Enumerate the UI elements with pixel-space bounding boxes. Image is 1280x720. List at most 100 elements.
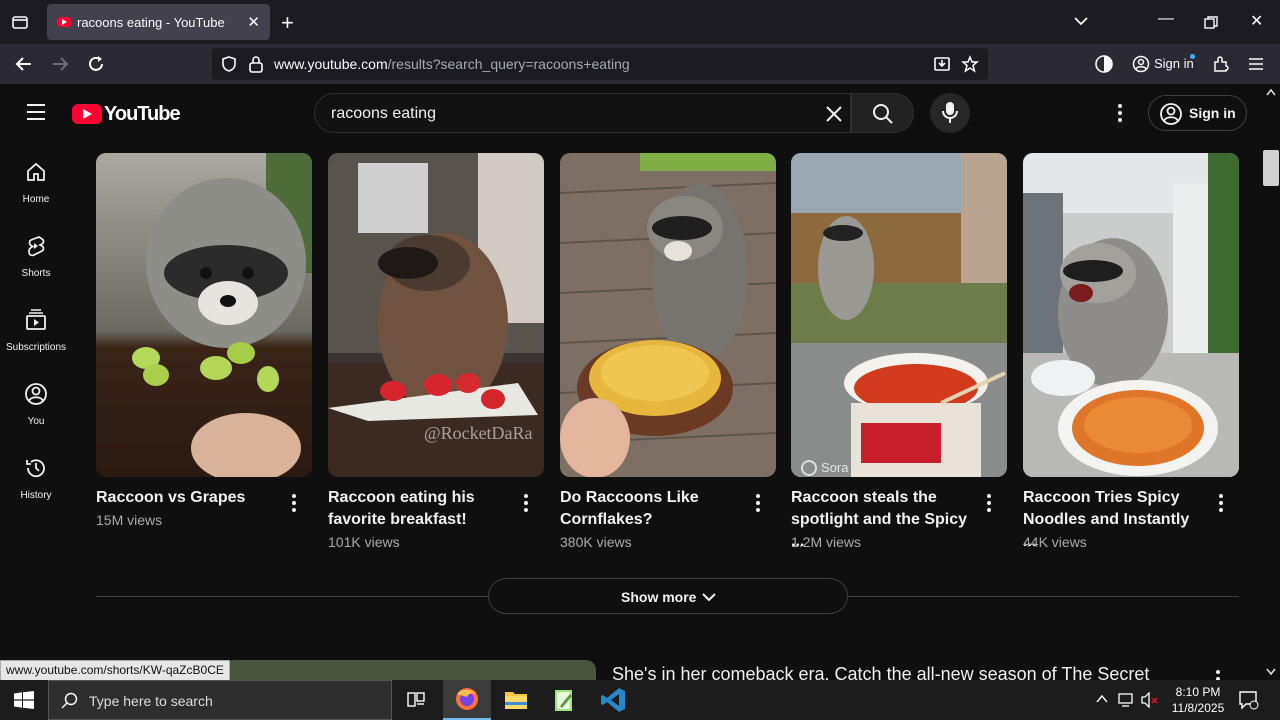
firefox-taskbar-icon[interactable] bbox=[443, 680, 491, 720]
taskbar-search-placeholder: Type here to search bbox=[89, 693, 213, 709]
home-icon bbox=[24, 160, 48, 184]
network-icon[interactable] bbox=[1118, 692, 1136, 708]
search-icon bbox=[61, 692, 79, 710]
divider bbox=[96, 596, 488, 597]
search-button[interactable] bbox=[851, 93, 914, 133]
guide-item-you[interactable]: You bbox=[0, 364, 72, 438]
guide-item-home[interactable]: Home bbox=[0, 142, 72, 216]
firefox-view-icon[interactable] bbox=[1094, 54, 1114, 74]
vscode-icon[interactable] bbox=[590, 680, 638, 720]
reload-icon[interactable] bbox=[86, 54, 106, 74]
notification-center-icon[interactable] bbox=[1238, 690, 1260, 710]
divider bbox=[848, 596, 1239, 597]
file-explorer-icon[interactable] bbox=[492, 680, 540, 720]
short-views: 15M views bbox=[96, 512, 163, 528]
tab-title: racoons eating - YouTube bbox=[77, 15, 225, 30]
action-menu-kebab-icon[interactable] bbox=[518, 493, 534, 513]
youtube-masthead: YouTube racoons eating Sign in bbox=[0, 84, 1280, 142]
short-thumbnail[interactable]: Sora bbox=[791, 153, 1007, 477]
guide-item-shorts[interactable]: Shorts bbox=[0, 216, 72, 290]
short-title[interactable]: Raccoon eating his favorite breakfast! bbox=[328, 487, 512, 531]
search-input[interactable]: racoons eating bbox=[314, 93, 851, 133]
browser-tab-active[interactable]: racoons eating - YouTube ✕ bbox=[47, 4, 270, 40]
voice-search-button[interactable] bbox=[930, 93, 970, 133]
youtube-logo-icon bbox=[72, 104, 102, 124]
action-menu-kebab-icon[interactable] bbox=[981, 493, 997, 513]
youtube-logo-text: YouTube bbox=[104, 103, 181, 125]
address-bar[interactable]: www.youtube.com/results?search_query=rac… bbox=[212, 48, 988, 80]
install-app-icon[interactable] bbox=[933, 55, 951, 73]
scrollbar-thumb[interactable] bbox=[1263, 150, 1279, 186]
tab-overflow-chevron-icon[interactable] bbox=[1072, 14, 1090, 28]
guide-item-subscriptions[interactable]: Subscriptions bbox=[0, 290, 72, 364]
short-views: 1.2M views bbox=[791, 534, 862, 550]
thumbnail-watermark: @RocketDaRa bbox=[424, 423, 533, 443]
search-icon bbox=[872, 103, 894, 125]
account-icon bbox=[1132, 55, 1150, 73]
you-icon bbox=[24, 382, 48, 406]
taskbar-search-input[interactable]: Type here to search bbox=[48, 680, 392, 720]
minimize-icon[interactable]: — bbox=[1158, 10, 1174, 28]
guide-item-history[interactable]: History bbox=[0, 438, 72, 512]
scroll-down-arrow-icon[interactable] bbox=[1266, 668, 1276, 676]
restore-icon[interactable] bbox=[1204, 16, 1218, 30]
clock-time: 8:10 PM bbox=[1175, 685, 1221, 699]
lock-icon[interactable] bbox=[248, 55, 264, 73]
search-query-text: racoons eating bbox=[331, 105, 436, 122]
browser-tab-bar: racoons eating - YouTube ✕ + — ✕ bbox=[0, 0, 1280, 44]
youtube-sign-in-button[interactable]: Sign in bbox=[1148, 95, 1247, 131]
volume-muted-icon[interactable] bbox=[1141, 692, 1159, 708]
notepad-plus-icon[interactable] bbox=[540, 680, 588, 720]
youtube-sign-in-label: Sign in bbox=[1189, 105, 1236, 121]
bookmark-star-icon[interactable] bbox=[961, 55, 979, 73]
guide-item-label: History bbox=[20, 490, 52, 501]
settings-kebab-icon[interactable] bbox=[1112, 103, 1128, 123]
action-menu-kebab-icon[interactable] bbox=[1213, 493, 1229, 513]
scroll-up-arrow-icon[interactable] bbox=[1266, 88, 1276, 96]
windows-start-icon[interactable] bbox=[14, 691, 34, 709]
browser-nav-bar: www.youtube.com/results?search_query=rac… bbox=[0, 44, 1280, 84]
tracking-shield-icon[interactable] bbox=[220, 55, 238, 73]
action-menu-kebab-icon[interactable] bbox=[1210, 668, 1226, 680]
clear-search-icon[interactable] bbox=[825, 105, 843, 123]
close-window-icon[interactable]: ✕ bbox=[1250, 11, 1263, 31]
sora-watermark: Sora bbox=[821, 460, 849, 475]
forward-icon[interactable] bbox=[50, 55, 70, 73]
new-tab-icon[interactable]: + bbox=[281, 10, 294, 36]
show-hidden-icons-chevron-icon[interactable] bbox=[1096, 694, 1108, 704]
tab-list-icon[interactable] bbox=[10, 12, 30, 32]
video-thumbnail[interactable] bbox=[224, 660, 596, 680]
back-icon[interactable] bbox=[14, 55, 34, 73]
guide-item-label: Home bbox=[22, 194, 50, 205]
user-circle-icon bbox=[1159, 102, 1183, 126]
short-title[interactable]: Raccoon vs Grapes bbox=[96, 487, 280, 509]
account-sign-in-button[interactable]: Sign in bbox=[1124, 48, 1200, 80]
action-menu-kebab-icon[interactable] bbox=[286, 493, 302, 513]
youtube-logo[interactable]: YouTube bbox=[72, 103, 181, 125]
show-more-button[interactable]: Show more bbox=[488, 578, 848, 614]
short-thumbnail[interactable]: @RocketDaRa bbox=[328, 153, 544, 477]
guide-item-label: Subscriptions bbox=[5, 342, 67, 353]
guide-item-label: You bbox=[27, 416, 45, 427]
link-status-tooltip: www.youtube.com/shorts/KW-qaZcB0CE bbox=[0, 660, 230, 681]
microphone-icon bbox=[941, 101, 959, 125]
short-thumbnail[interactable] bbox=[1023, 153, 1239, 477]
app-menu-icon[interactable] bbox=[1248, 56, 1264, 72]
windows-taskbar: Type here to search 8:10 PM 11/8/2025 bbox=[0, 680, 1280, 720]
guide-menu-icon[interactable] bbox=[26, 103, 46, 121]
show-more-label: Show more bbox=[621, 589, 697, 605]
extensions-icon[interactable] bbox=[1211, 54, 1231, 74]
notification-dot bbox=[1190, 54, 1195, 59]
guide-item-label: Shorts bbox=[21, 268, 51, 279]
short-title[interactable]: Do Raccoons Like Cornflakes? bbox=[560, 487, 744, 531]
short-thumbnail[interactable] bbox=[96, 153, 312, 477]
short-views: 44K views bbox=[1023, 534, 1087, 550]
short-views: 101K views bbox=[328, 534, 400, 550]
action-menu-kebab-icon[interactable] bbox=[750, 493, 766, 513]
taskbar-clock[interactable]: 8:10 PM 11/8/2025 bbox=[1168, 684, 1228, 716]
close-tab-icon[interactable]: ✕ bbox=[247, 13, 260, 31]
shorts-icon bbox=[24, 234, 48, 258]
youtube-favicon-icon bbox=[57, 17, 71, 27]
short-thumbnail[interactable] bbox=[560, 153, 776, 477]
task-view-icon[interactable] bbox=[392, 680, 440, 720]
